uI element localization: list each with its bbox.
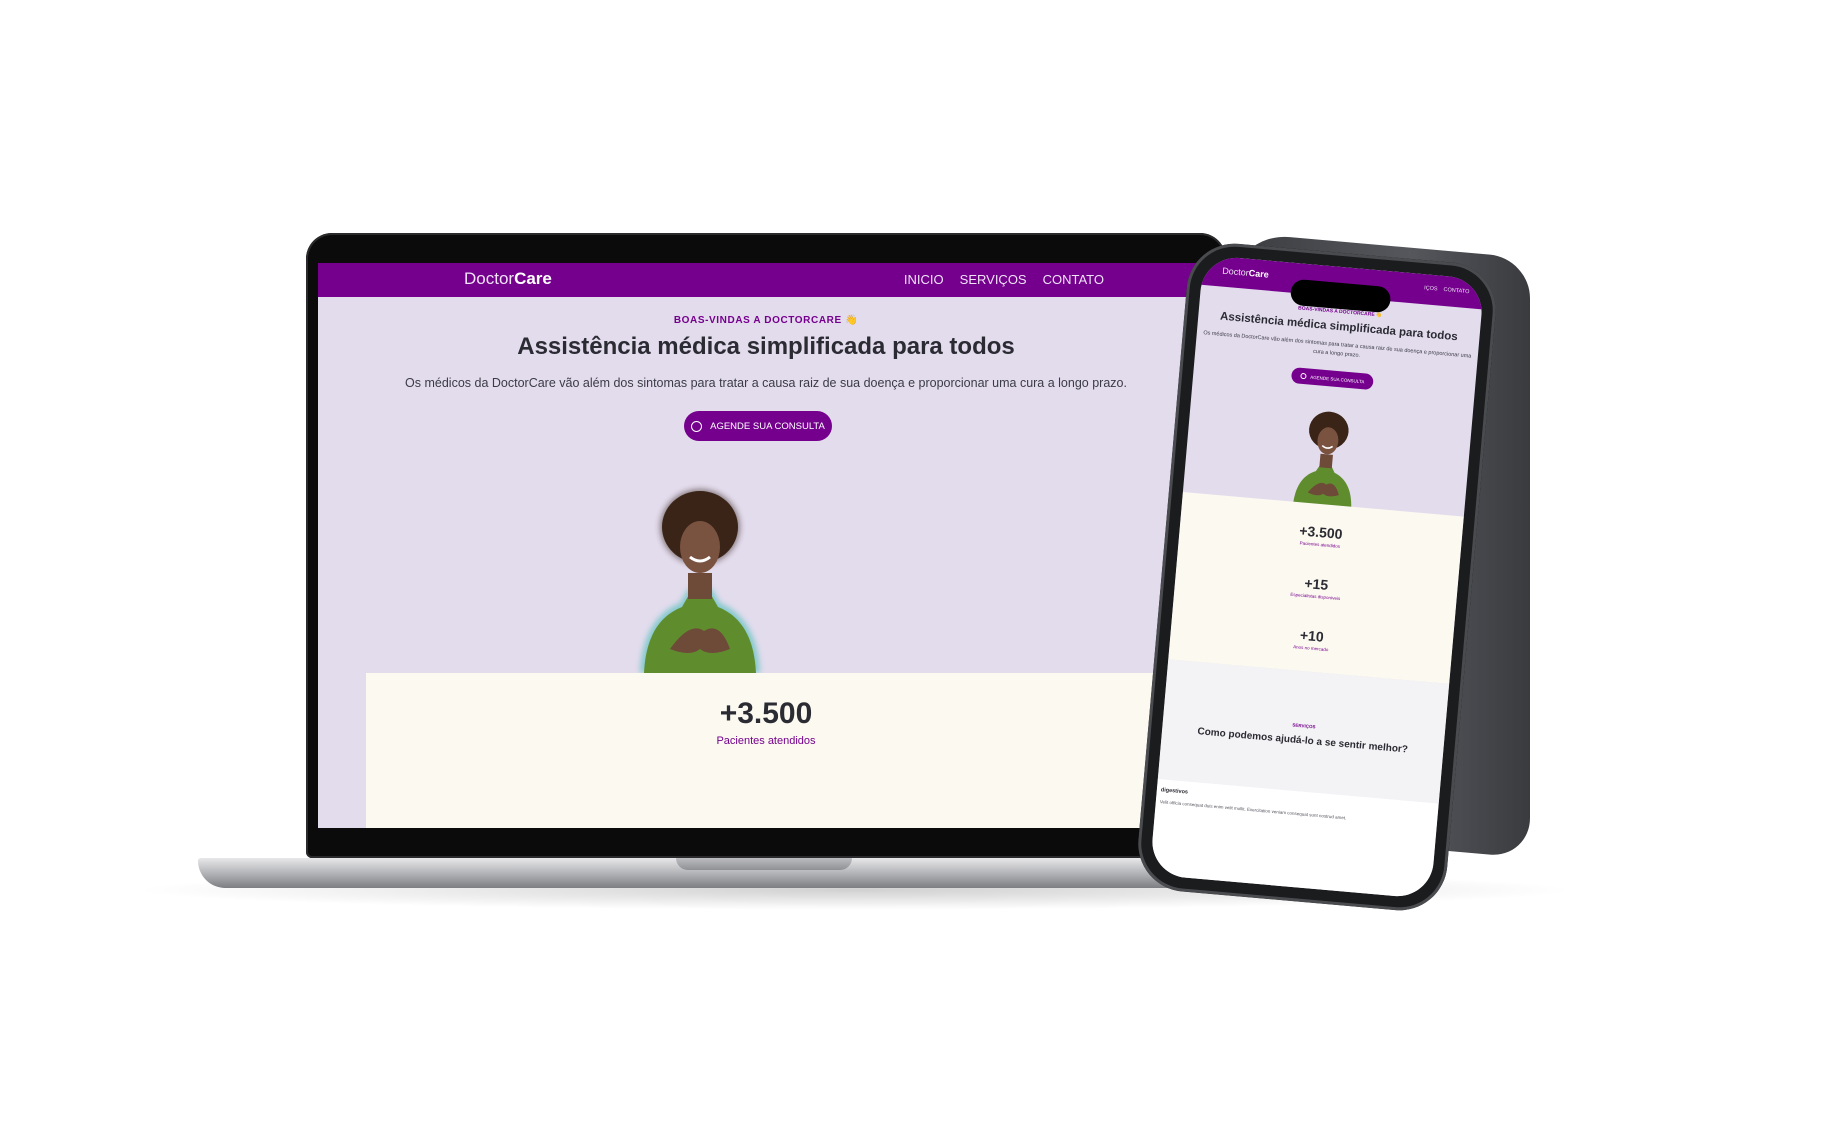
mobile-nav-link-contato[interactable]: CONTATO: [1443, 287, 1469, 295]
mobile-nav-link-servicos[interactable]: IÇOS: [1424, 285, 1438, 292]
mobile-schedule-appointment-button[interactable]: AGENDE SUA CONSULTA: [1290, 367, 1374, 391]
laptop-frame: DoctorCare INICIO SERVIÇOS CONTATO BOAS-…: [306, 233, 1226, 858]
hero-subtitle: Os médicos da DoctorCare vão além dos si…: [405, 376, 1127, 390]
mobile-nav: IÇOS CONTATO: [1424, 285, 1470, 295]
services-title: Como podemos ajudá-lo a se sentir melhor…: [1197, 726, 1409, 756]
phone-screen: DoctorCare IÇOS CONTATO BOAS-VINDAS A DO…: [1149, 254, 1485, 900]
nav-link-servicos[interactable]: SERVIÇOS: [960, 272, 1027, 287]
laptop-screen: DoctorCare INICIO SERVIÇOS CONTATO BOAS-…: [318, 263, 1214, 828]
logo-bold: Care: [514, 269, 552, 288]
main-nav: INICIO SERVIÇOS CONTATO: [904, 272, 1104, 287]
service-card-text: Velit officia consequat duis enim velit …: [1159, 799, 1347, 821]
mobile-cta-label: AGENDE SUA CONSULTA: [1310, 374, 1365, 384]
hero-tagline: BOAS-VINDAS A DOCTORCARE 👋: [673, 315, 859, 326]
schedule-appointment-button[interactable]: AGENDE SUA CONSULTA: [684, 411, 832, 441]
cta-label: AGENDE SUA CONSULTA: [710, 420, 825, 432]
logo-light: Doctor: [464, 269, 515, 288]
mobile-hero-person-image: [1293, 411, 1352, 509]
service-card-title: digestivos: [1160, 787, 1189, 796]
mobile-logo-light: Doctor: [1221, 265, 1250, 278]
mobile-stats-section: +3.500 Pacientes atendidos +15 Especiali…: [1168, 491, 1464, 684]
laptop-trackpad-notch: [676, 858, 852, 870]
hero-title: Assistência médica simplificada para tod…: [517, 333, 1015, 360]
mobile-logo-bold: Care: [1248, 267, 1270, 280]
site-header: DoctorCare INICIO SERVIÇOS CONTATO: [318, 263, 1214, 297]
stat-value-patients: +3.500: [719, 697, 813, 730]
mobile-site-logo[interactable]: DoctorCare: [1222, 266, 1269, 280]
stats-section: +3.500 Pacientes atendidos: [366, 673, 1166, 828]
whatsapp-icon: [1300, 372, 1307, 380]
hero-person-image: [640, 489, 760, 673]
mobile-stat-years: +10 Anos no mercado: [1170, 616, 1453, 663]
mobile-stat-patients: +3.500 Pacientes atendidos: [1179, 512, 1462, 559]
nav-link-inicio[interactable]: INICIO: [904, 272, 944, 287]
stat-label-patients: Pacientes atendidos: [716, 735, 816, 747]
nav-link-contato[interactable]: CONTATO: [1043, 272, 1104, 287]
mobile-stat-specialists: +15 Especialistas disponíveis: [1175, 564, 1458, 611]
whatsapp-icon: [691, 420, 703, 432]
site-logo[interactable]: DoctorCare: [464, 269, 552, 289]
phone-frame: DoctorCare IÇOS CONTATO BOAS-VINDAS A DO…: [1134, 239, 1500, 915]
